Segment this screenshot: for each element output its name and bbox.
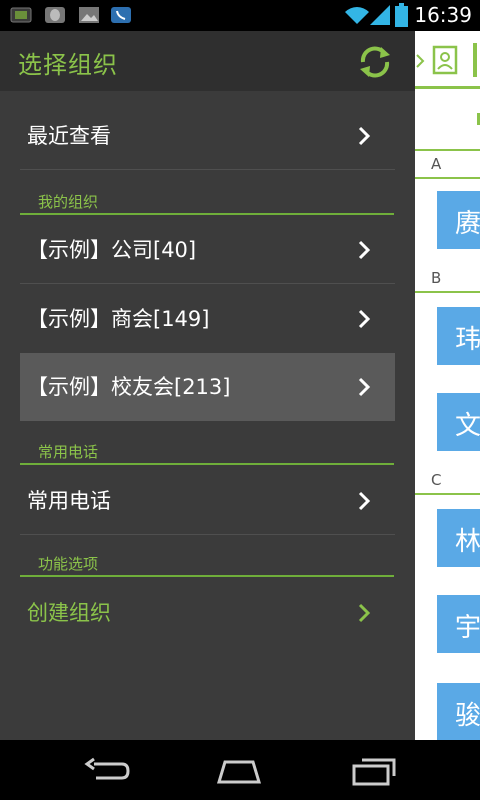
drawer-item-company[interactable]: 【示例】公司[40] [0,216,415,284]
contact-initial: 赓 [455,209,480,239]
wifi-icon [345,7,369,24]
status-clock: 16:39 [414,3,472,27]
divider [20,169,395,170]
drawer-item-alumni[interactable]: 【示例】校友会[213] [0,353,415,421]
section-function-options: 功能选项 [20,553,394,577]
back-icon[interactable] [82,756,130,786]
image-icon [79,7,99,23]
contact-initial: 玮 [455,325,480,355]
contact-avatar[interactable]: 宇 [437,595,480,653]
chevron-right-icon [358,126,371,146]
chevron-right-icon [358,603,371,623]
status-bar: 16:39 [0,0,480,31]
index-letter-c: C [415,469,480,495]
header-underline [415,86,480,89]
signal-icon [370,5,390,25]
section-common-phones: 常用电话 [20,441,394,465]
contacts-icon[interactable] [432,45,458,75]
drawer-item-label: 最近查看 [27,124,111,148]
chevron-right-icon [358,309,371,329]
refresh-icon[interactable] [355,42,395,82]
drawer-item-label: 【示例】商会[149] [27,307,210,331]
drawer-item-label: 创建组织 [27,601,111,625]
drawer-item-chamber[interactable]: 【示例】商会[149] [0,285,415,353]
contact-initial: 文 [455,411,480,441]
contact-avatar[interactable]: 林 [437,509,480,567]
index-letter-b: B [415,267,480,293]
navigation-bar [0,740,480,800]
phone-icon [111,7,131,23]
contact-avatar[interactable]: 文 [437,393,480,451]
chevron-right-icon [358,377,371,397]
qq-icon [45,7,65,23]
contact-avatar[interactable]: 骏 [437,683,480,740]
section-label: 常用电话 [38,443,99,461]
chevron-right-icon[interactable] [415,53,425,69]
chevron-right-icon [358,240,371,260]
drawer-title: 选择组织 [18,51,118,79]
chevron-right-icon [358,491,371,511]
index-divider [415,291,480,293]
index-letter: B [431,269,442,287]
section-divider [20,575,394,577]
divider [20,534,395,535]
recent-apps-icon[interactable] [350,756,398,786]
section-divider [20,463,394,465]
index-letter-a: A [415,153,480,179]
organization-drawer: 选择组织 最近查看 我的组织 【示例】公司[40] 【示例】商会[149] 【示… [0,31,415,740]
contact-avatar[interactable]: 赓 [437,191,480,249]
drawer-item-label: 常用电话 [27,489,111,513]
section-my-orgs: 我的组织 [20,191,394,215]
home-icon[interactable] [215,756,263,786]
contact-initial: 宇 [455,613,480,643]
drawer-item-common-phones[interactable]: 常用电话 [0,467,415,535]
divider [20,283,395,284]
section-label: 我的组织 [38,193,99,211]
drawer-item-label: 【示例】公司[40] [27,238,197,262]
tab-indicator [473,43,477,77]
index-divider [415,177,480,179]
battery-icon [395,3,408,27]
index-letter: C [431,471,442,489]
index-divider [415,493,480,495]
contacts-panel: A 赓 B 玮 文 C 林 宇 骏 [415,31,480,740]
contact-initial: 林 [455,527,480,557]
drawer-item-recent[interactable]: 最近查看 [0,102,415,170]
section-divider [20,213,394,215]
app-notification-icon [10,7,32,23]
contact-initial: 骏 [455,701,480,731]
contact-avatar[interactable]: 玮 [437,307,480,365]
section-label: 功能选项 [38,555,99,573]
contacts-header [415,31,480,89]
drawer-item-create-org[interactable]: 创建组织 [0,579,415,647]
drawer-header: 选择组织 [0,31,415,91]
index-letter: A [431,155,442,173]
tab-underline [415,149,480,151]
drawer-item-label: 【示例】校友会[213] [27,375,231,399]
